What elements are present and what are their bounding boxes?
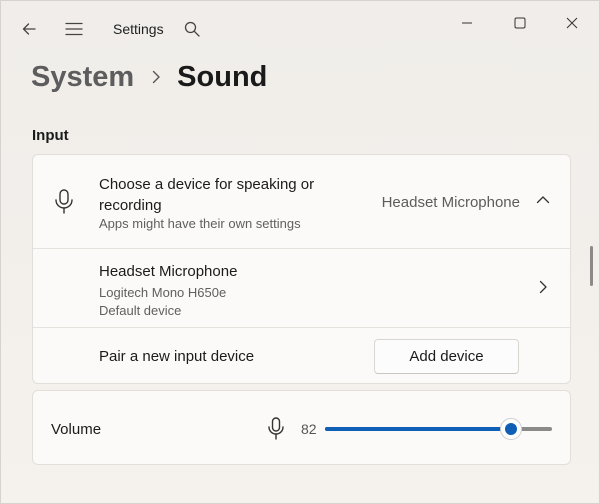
breadcrumb-parent[interactable]: System (31, 61, 134, 94)
device-row-headset[interactable]: Headset Microphone Logitech Mono H650e D… (33, 248, 570, 327)
search-button[interactable] (174, 11, 210, 47)
minimize-icon (462, 22, 472, 24)
search-icon (184, 21, 200, 37)
settings-window: Settings System Sound Input Choose a dev… (0, 0, 600, 504)
pair-device-label: Pair a new input device (99, 348, 255, 365)
device-model: Logitech Mono H650e (99, 285, 227, 300)
close-icon (566, 17, 578, 29)
volume-slider[interactable] (325, 417, 552, 441)
maximize-icon (514, 17, 526, 29)
app-title: Settings (113, 21, 164, 37)
maximize-button[interactable] (497, 7, 543, 39)
volume-label: Volume (51, 421, 102, 438)
input-card: Choose a device for speaking or recordin… (32, 154, 571, 384)
hamburger-icon (65, 22, 83, 36)
slider-thumb[interactable] (500, 418, 523, 440)
scrollbar-thumb[interactable] (590, 246, 593, 286)
device-name: Headset Microphone (99, 263, 238, 280)
close-button[interactable] (549, 7, 595, 39)
choose-device-subtitle: Apps might have their own settings (99, 216, 301, 231)
chevron-right-icon (539, 280, 547, 294)
microphone-icon (55, 189, 73, 214)
volume-value: 82 (301, 421, 317, 437)
title-bar: Settings (1, 1, 600, 53)
microphone-icon[interactable] (267, 417, 285, 441)
add-device-button[interactable]: Add device (374, 339, 519, 374)
chevron-up-icon[interactable] (536, 195, 550, 204)
choose-device-row[interactable]: Choose a device for speaking or recordin… (33, 155, 570, 248)
selected-device-value: Headset Microphone (381, 194, 520, 211)
input-section-title: Input (32, 127, 69, 144)
chevron-right-icon (152, 70, 160, 84)
volume-card: Volume 82 (32, 390, 571, 465)
slider-fill (325, 427, 512, 431)
pair-device-row: Pair a new input device Add device (33, 327, 570, 384)
back-button[interactable] (11, 11, 47, 47)
device-status: Default device (99, 303, 182, 318)
menu-button[interactable] (56, 11, 92, 47)
breadcrumb-separator (152, 70, 161, 84)
minimize-button[interactable] (444, 7, 490, 39)
page-title: Sound (177, 60, 268, 93)
choose-device-title: Choose a device for speaking or recordin… (99, 176, 315, 214)
breadcrumb: System Sound (31, 57, 267, 97)
back-arrow-icon (22, 23, 36, 35)
